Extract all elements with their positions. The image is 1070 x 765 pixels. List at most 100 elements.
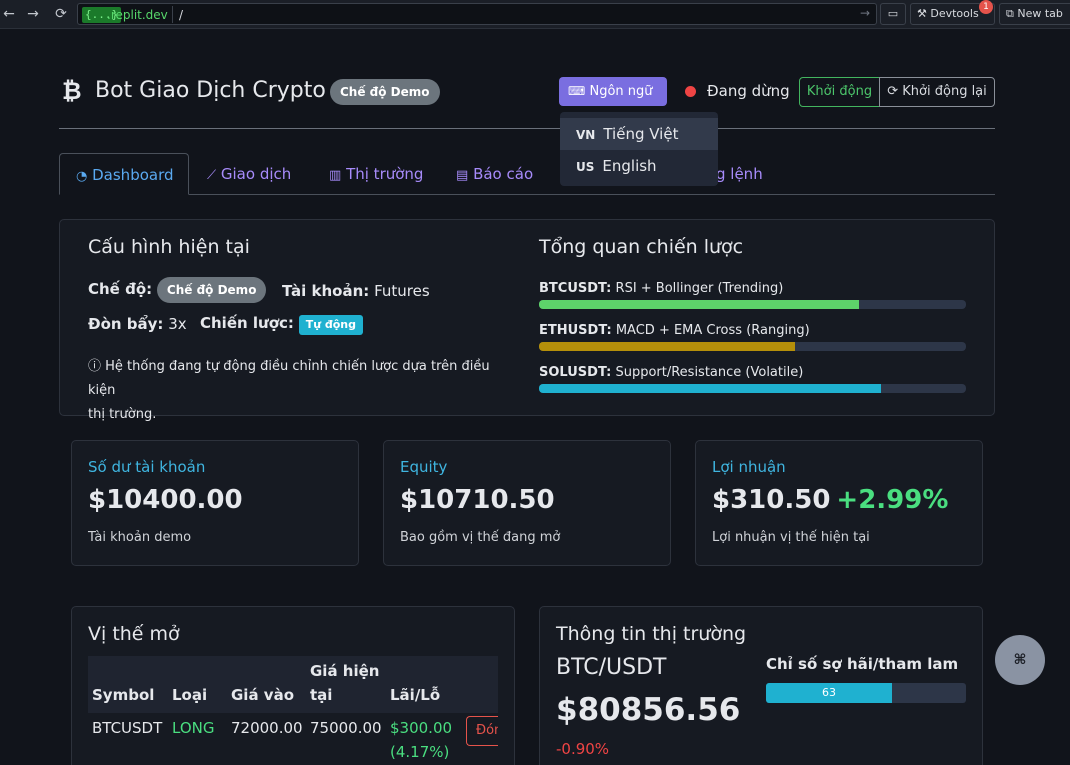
language-button-label: Ngôn ngữ	[589, 84, 653, 99]
equity-card: Equity $10710.50 Bao gồm vị thế đang mở	[383, 440, 671, 566]
restart-button[interactable]: ⟳ Khởi động lại	[879, 77, 995, 107]
tab-market[interactable]: ▥ Thị trường	[329, 153, 423, 195]
bar-chart-icon: ▥	[329, 168, 342, 183]
profit-value: $310.50 +2.99%	[712, 485, 948, 515]
status-indicator-dot	[685, 86, 696, 97]
strategy-desc: Support/Resistance (Volatile)	[615, 365, 804, 380]
strategy-mode-badge: Tự động	[298, 315, 364, 335]
leverage-row: Đòn bẩy: 3x	[88, 315, 187, 333]
col-pnl: Lãi/Lỗ	[390, 686, 441, 704]
forward-icon[interactable]: →	[24, 5, 42, 23]
strategy-progress-btc	[539, 300, 966, 309]
device-toggle-icon[interactable]: ▭	[880, 3, 906, 25]
bot-status-text: Đang dừng	[707, 82, 790, 100]
mode-badge: Chế độ Demo	[156, 277, 267, 303]
profit-label: Lợi nhuận	[712, 458, 786, 476]
leverage-value: 3x	[168, 315, 187, 333]
row-pnl-percent: (4.17%)	[390, 743, 450, 761]
restart-icon: ⟳	[887, 84, 899, 99]
tab-trading-label: Giao dịch	[220, 165, 292, 183]
profit-subtext: Lợi nhuận vị thế hiện tại	[712, 530, 870, 545]
strategy-item-btc: BTCUSDT: RSI + Bollinger (Trending)	[539, 281, 783, 296]
col-current-price-line2: tại	[310, 686, 333, 704]
note-line-1: Hệ thống đang tự động điều chỉnh chiến l…	[88, 359, 490, 398]
url-host: .replit.dev	[107, 8, 168, 22]
strategy-symbol: SOLUSDT:	[539, 365, 612, 380]
account-value: Futures	[374, 282, 430, 300]
market-pair: BTC/USDT	[556, 655, 667, 680]
strategy-progress-sol	[539, 384, 966, 393]
fear-greed-fill: 63	[766, 683, 892, 703]
tab-trading[interactable]: ⟋ Giao dịch	[207, 153, 291, 195]
tab-orders[interactable]: g lệnh	[716, 153, 763, 195]
col-entry-price: Giá vào	[231, 686, 295, 704]
positions-table-header	[88, 656, 498, 713]
tab-dashboard-label: Dashboard	[92, 166, 174, 184]
devtools-count-badge: 1	[979, 0, 993, 14]
language-option-vietnamese[interactable]: VN Tiếng Việt	[560, 118, 718, 150]
tab-orders-label: g lệnh	[716, 165, 763, 183]
strategy-desc: RSI + Bollinger (Trending)	[615, 281, 784, 296]
vn-flag-icon: VN	[576, 128, 596, 142]
market-price: $80856.56	[556, 692, 741, 728]
tab-reports-label: Báo cáo	[473, 165, 534, 183]
leverage-label: Đòn bẩy:	[88, 315, 164, 333]
strategy-item-eth: ETHUSDT: MACD + EMA Cross (Ranging)	[539, 323, 810, 338]
account-label: Tài khoản:	[282, 282, 370, 300]
demo-mode-badge: Chế độ Demo	[330, 79, 440, 105]
col-symbol: Symbol	[92, 686, 155, 704]
go-arrow-icon[interactable]: →	[860, 6, 870, 20]
devtools-label: Devtools	[930, 7, 979, 20]
url-path: /	[179, 8, 184, 22]
tab-market-label: Thị trường	[346, 165, 424, 183]
info-icon: ⓘ	[88, 359, 102, 374]
back-icon[interactable]: ←	[0, 5, 18, 23]
header-divider	[59, 128, 995, 129]
fear-greed-value: 63	[822, 686, 836, 699]
terminal-icon[interactable]: ⌘	[995, 635, 1045, 685]
strategy-item-sol: SOLUSDT: Support/Resistance (Volatile)	[539, 365, 803, 380]
strategy-progress-fill	[539, 342, 796, 351]
us-flag-icon: US	[576, 160, 595, 174]
new-tab-button[interactable]: ⧉ New tab	[999, 3, 1070, 25]
mode-row: Chế độ: Chế độ Demo	[88, 277, 267, 303]
strategy-symbol: ETHUSDT:	[539, 323, 612, 338]
gauge-icon: ◔	[76, 169, 88, 184]
profit-amount: $310.50	[712, 485, 831, 515]
strategy-symbol: BTCUSDT:	[539, 281, 612, 296]
document-icon: ▤	[456, 168, 469, 183]
balance-label: Số dư tài khoản	[88, 458, 206, 476]
reload-icon[interactable]: ⟳	[52, 5, 70, 23]
language-option-label: English	[602, 157, 657, 175]
new-tab-label: New tab	[1017, 7, 1063, 20]
close-position-button[interactable]: Đóng	[466, 716, 498, 746]
language-dropdown-button[interactable]: ⌨ Ngôn ngữ ▼	[559, 77, 667, 127]
note-line-2: thị trường.	[88, 407, 157, 422]
balance-value: $10400.00	[88, 485, 243, 515]
profit-percent: +2.99%	[836, 485, 949, 515]
open-positions-title: Vị thế mở	[88, 623, 180, 645]
tab-dashboard[interactable]: ◔ Dashboard	[59, 153, 189, 195]
tab-reports[interactable]: ▤ Báo cáo	[456, 153, 533, 195]
strategy-progress-eth	[539, 342, 966, 351]
fear-greed-label: Chỉ số sợ hãi/tham lam	[766, 655, 959, 673]
page-title: Bot Giao Dịch Crypto	[95, 78, 326, 103]
language-option-english[interactable]: US English	[560, 150, 718, 182]
auto-adjust-note: ⓘ Hệ thống đang tự động điều chỉnh chiến…	[88, 355, 518, 427]
translate-icon: ⌨	[568, 84, 586, 98]
strategy-progress-fill	[539, 300, 860, 309]
strategy-overview-title: Tổng quan chiến lược	[539, 236, 744, 258]
account-row: Tài khoản: Futures	[282, 282, 430, 300]
strategy-mode-row: Chiến lược: Tự động	[200, 314, 364, 335]
bitcoin-icon: ₿	[62, 77, 82, 105]
strategy-progress-fill	[539, 384, 881, 393]
config-title: Cấu hình hiện tại	[88, 236, 250, 258]
address-bar[interactable]: {...} .replit.dev / →	[77, 3, 877, 25]
browser-toolbar: ← → ⟳ {...} .replit.dev / → ▭ ⚒ Devtools…	[0, 0, 1070, 29]
equity-value: $10710.50	[400, 485, 555, 515]
profit-card: Lợi nhuận $310.50 +2.99% Lợi nhuận vị thế…	[695, 440, 983, 566]
start-button[interactable]: Khởi động	[799, 77, 880, 107]
equity-label: Equity	[400, 458, 448, 476]
wrench-icon: ⚒	[917, 7, 927, 20]
restart-label: Khởi động lại	[902, 84, 987, 99]
